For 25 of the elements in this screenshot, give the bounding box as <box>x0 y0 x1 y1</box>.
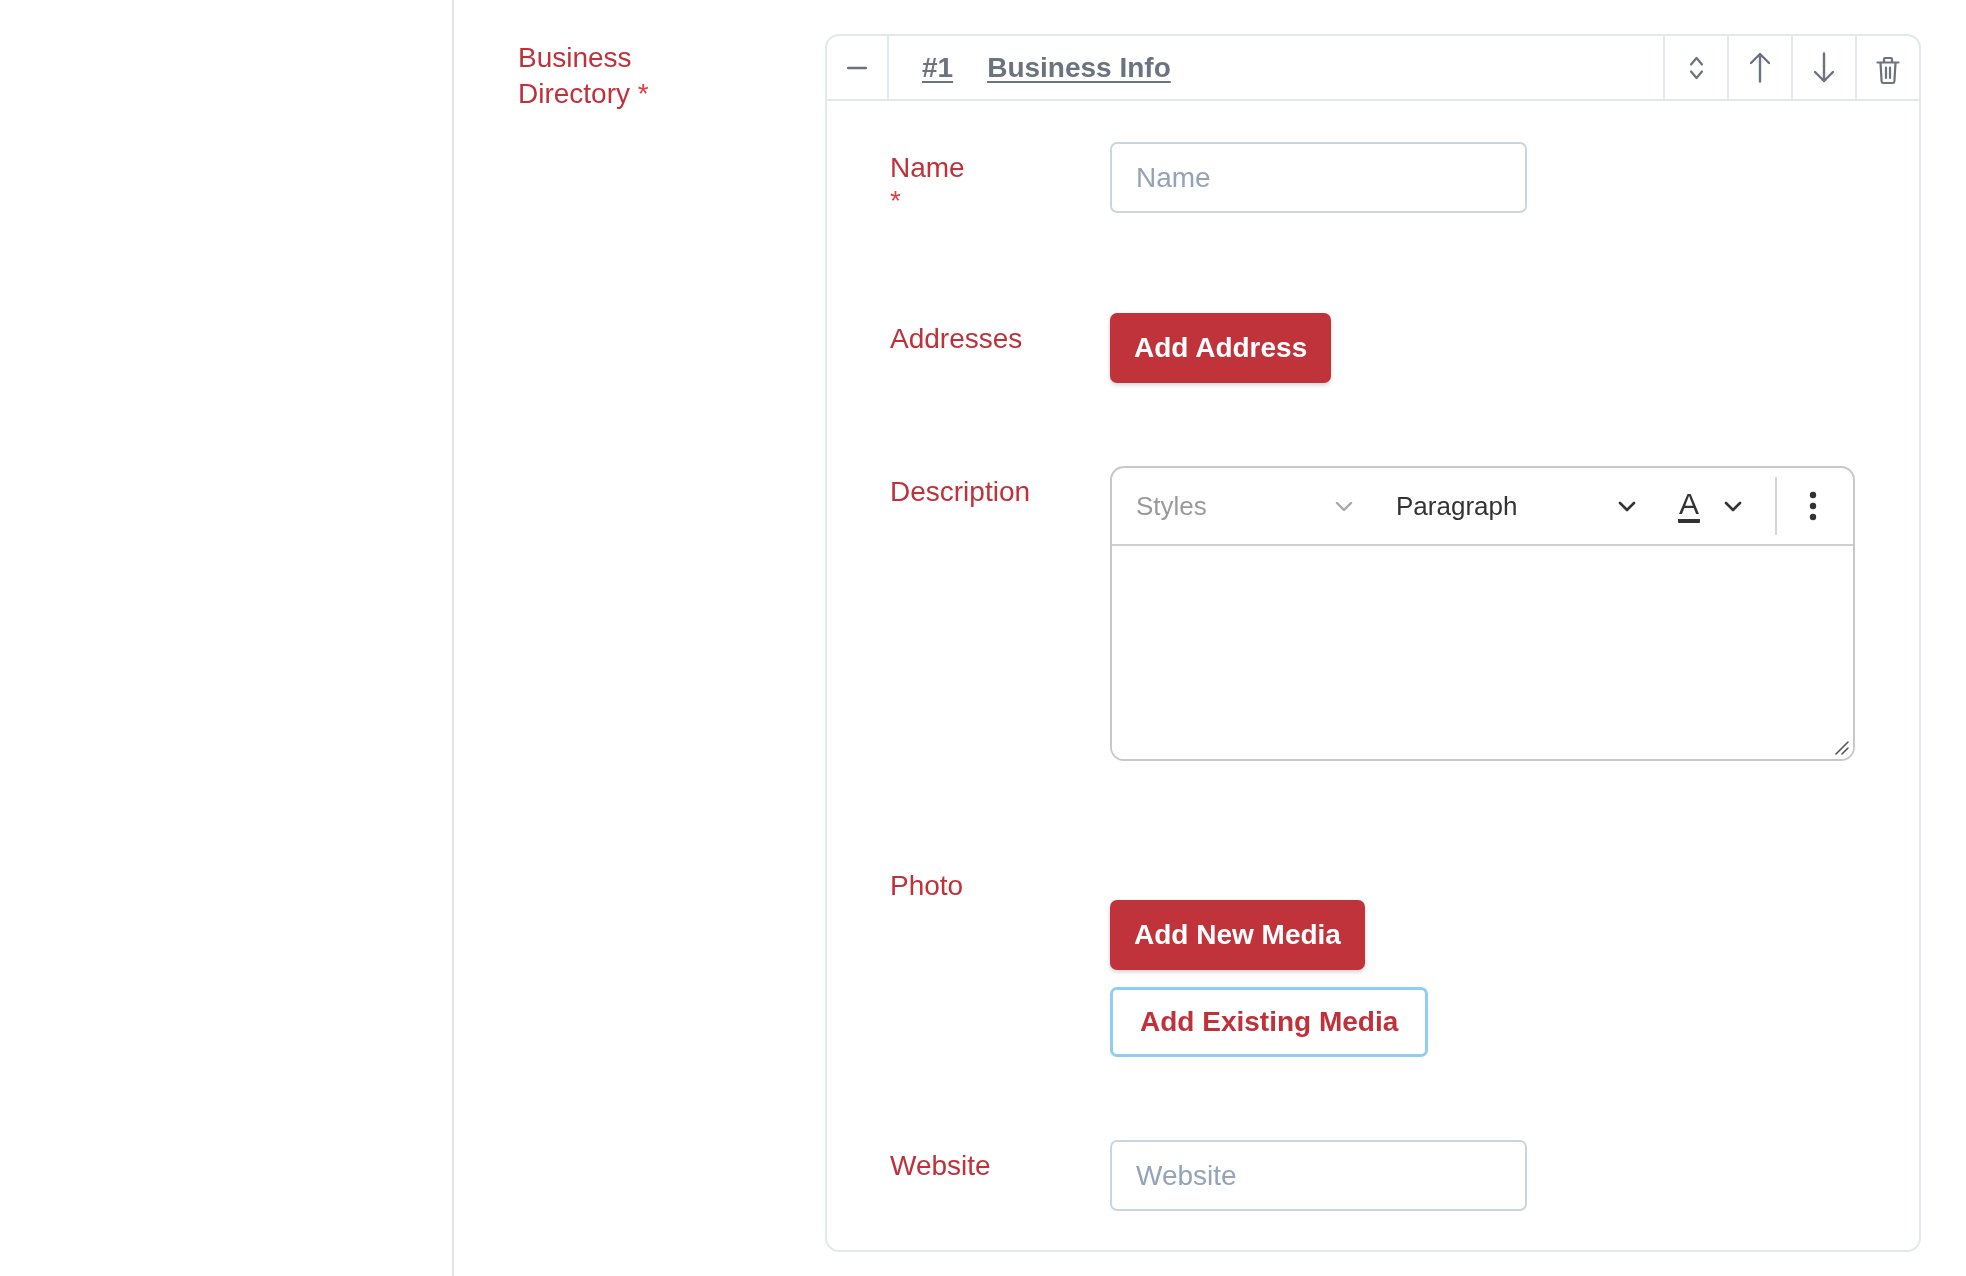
arrow-up-icon <box>1749 52 1771 83</box>
field-label: Photo <box>890 869 965 903</box>
field-label: Addresses <box>890 322 1024 356</box>
resize-handle-icon <box>1835 741 1849 755</box>
action-button[interactable]: Add Existing Media <box>1110 987 1429 1057</box>
action-button[interactable]: Add New Media <box>1110 900 1365 970</box>
block-title-link[interactable]: Business Info <box>987 51 1171 84</box>
text-input[interactable]: Name <box>1110 142 1527 213</box>
action-button[interactable]: Add Address <box>1110 313 1332 383</box>
chevron-down-icon <box>1618 500 1636 512</box>
field-label: Website <box>890 1149 992 1183</box>
field-label: Business Directory * <box>518 41 650 111</box>
text-input[interactable]: Website <box>1110 1140 1527 1211</box>
trash-icon <box>1876 56 1900 85</box>
text-color-button[interactable]: A <box>1652 468 1754 544</box>
chevron-up-down-icon <box>1688 54 1704 81</box>
more-vertical-icon <box>1809 491 1817 521</box>
field-label: Name * <box>890 151 966 216</box>
minus-icon <box>847 65 867 70</box>
block-index-link[interactable]: #1 <box>922 51 954 84</box>
arrow-down-icon <box>1813 52 1835 83</box>
chevron-down-icon <box>1724 500 1742 512</box>
format-dropdown[interactable]: Paragraph <box>1369 468 1652 544</box>
field-label: Description <box>890 475 1032 509</box>
chevron-down-icon <box>1335 500 1353 512</box>
